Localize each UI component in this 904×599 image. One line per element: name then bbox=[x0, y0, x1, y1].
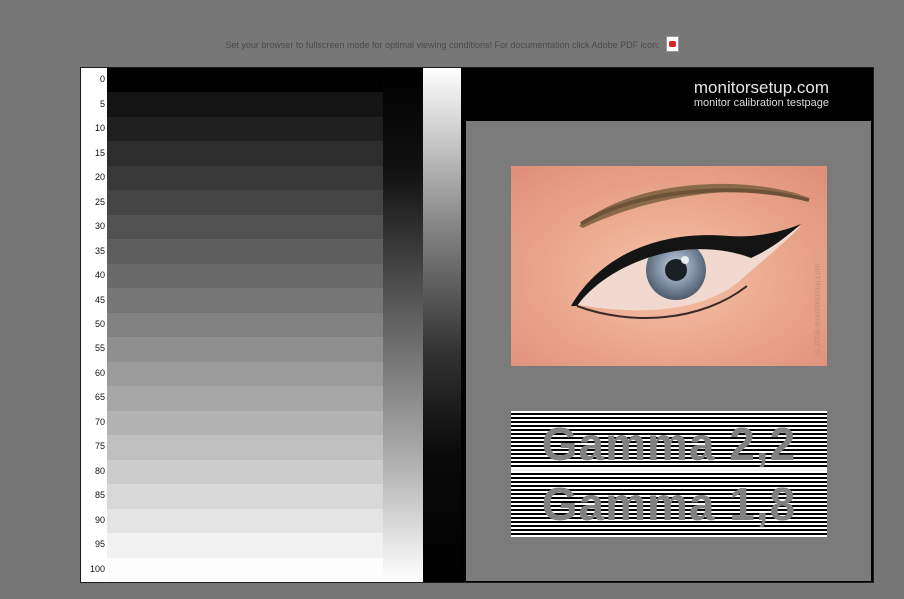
scale-label: 5 bbox=[99, 98, 105, 109]
scale-label: 85 bbox=[94, 490, 105, 501]
scale-label: 0 bbox=[99, 74, 105, 85]
site-header: monitorsetup.com monitor calibration tes… bbox=[461, 68, 873, 120]
pdf-icon[interactable] bbox=[665, 36, 679, 52]
gray-step bbox=[107, 68, 383, 93]
scale-label: 20 bbox=[94, 172, 105, 183]
gray-step bbox=[107, 508, 383, 534]
gamma-22-label: Gamma 2,2 bbox=[541, 418, 797, 470]
gray-step bbox=[107, 337, 383, 363]
gray-step bbox=[107, 165, 383, 191]
site-subtitle: monitor calibration testpage bbox=[693, 97, 829, 109]
gray-step bbox=[107, 141, 383, 167]
eye-illustration bbox=[511, 166, 827, 366]
gray-step bbox=[107, 312, 383, 338]
notice-text: Set your browser to fullscreen mode for … bbox=[225, 40, 660, 50]
gray-step bbox=[107, 533, 383, 559]
gray-step bbox=[107, 92, 383, 118]
gray-step bbox=[107, 557, 383, 582]
scale-label: 80 bbox=[94, 465, 105, 476]
scale-label: 35 bbox=[94, 245, 105, 256]
scale-label: 100 bbox=[89, 563, 105, 574]
gray-step bbox=[107, 190, 383, 216]
scale-label: 60 bbox=[94, 367, 105, 378]
scale-label: 10 bbox=[94, 123, 105, 134]
inverse-gradient-strip bbox=[423, 68, 461, 582]
scale-label: 65 bbox=[94, 392, 105, 403]
calibration-frame: 0 5 10 15 20 25 30 35 40 45 50 55 60 65 70 75 80 85 90 95 10… bbox=[80, 67, 874, 583]
gray-step bbox=[107, 386, 383, 412]
gamma-test-box: Gamma 2,2 Gamma 1,8 bbox=[511, 411, 827, 537]
gray-step bbox=[107, 484, 383, 510]
grayscale-percent-scale: 0 5 10 15 20 25 30 35 40 45 50 55 60 65 70 75 80 85 90 95 10… bbox=[81, 68, 107, 582]
gray-step bbox=[107, 361, 383, 387]
gray-step bbox=[107, 288, 383, 314]
eye-test-image: ©2006 monitorsetup.com bbox=[511, 166, 827, 366]
scale-label: 50 bbox=[94, 319, 105, 329]
scale-label: 25 bbox=[94, 196, 105, 207]
smooth-gradient-bar bbox=[383, 68, 423, 582]
gray-step bbox=[107, 239, 383, 265]
gray-step bbox=[107, 435, 383, 461]
scale-label: 45 bbox=[94, 294, 105, 305]
scale-label: 70 bbox=[94, 416, 105, 427]
gray-step bbox=[107, 263, 383, 289]
scale-label: 90 bbox=[94, 514, 105, 525]
scale-label: 95 bbox=[94, 539, 105, 550]
gray-step bbox=[107, 410, 383, 436]
site-title[interactable]: monitorsetup.com bbox=[694, 78, 829, 98]
image-watermark: ©2006 monitorsetup.com bbox=[813, 263, 822, 356]
scale-label: 55 bbox=[94, 343, 105, 354]
fullscreen-notice: Set your browser to fullscreen mode for … bbox=[0, 36, 904, 56]
gray-step bbox=[107, 459, 383, 485]
gamma-divider bbox=[511, 469, 827, 471]
grayscale-step-wedge bbox=[107, 68, 383, 582]
scale-label: 15 bbox=[94, 147, 105, 158]
scale-label: 75 bbox=[94, 441, 105, 452]
gray-step bbox=[107, 214, 383, 240]
gray-step bbox=[107, 116, 383, 142]
gamma-18-label: Gamma 1,8 bbox=[541, 478, 797, 530]
scale-label: 40 bbox=[94, 270, 105, 281]
scale-label: 30 bbox=[94, 221, 105, 232]
